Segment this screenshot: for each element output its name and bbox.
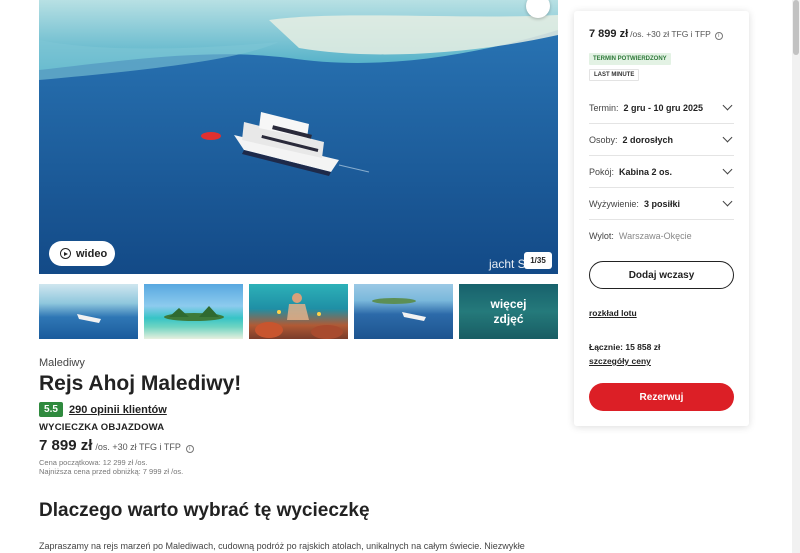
chevron-down-icon bbox=[722, 196, 733, 207]
panel-price-suffix: /os. +30 zł TFG i TFP bbox=[630, 29, 711, 39]
more-photos-label: więcej zdjęć bbox=[459, 284, 558, 339]
description-text: Zapraszamy na rejs marzeń po Malediwach,… bbox=[39, 541, 525, 551]
field-value: 2 gru - 10 gru 2025 bbox=[623, 102, 704, 113]
chevron-down-icon bbox=[722, 100, 733, 111]
video-label: wideo bbox=[76, 247, 108, 260]
reserve-button[interactable]: Rezerwuj bbox=[589, 383, 734, 411]
thumbnail-yacht-image bbox=[77, 314, 101, 323]
page-title: Rejs Ahoj Malediwy! bbox=[39, 372, 242, 395]
field-label: Wylot: bbox=[589, 231, 614, 241]
initial-price-note: Cena początkowa: 12 299 zł /os. bbox=[39, 458, 148, 467]
board-select[interactable]: Wyżywienie: 3 posiłki bbox=[589, 188, 734, 220]
play-icon bbox=[60, 248, 71, 259]
thumbnail-1[interactable] bbox=[39, 284, 138, 339]
field-value: 2 dorosłych bbox=[622, 134, 674, 145]
photo-counter: 1/35 bbox=[524, 252, 552, 269]
field-label: Pokój: bbox=[589, 166, 615, 177]
persons-select[interactable]: Osoby: 2 dorosłych bbox=[589, 124, 734, 156]
video-button[interactable]: wideo bbox=[49, 241, 115, 266]
thumbnail-more[interactable]: więcej zdjęć bbox=[459, 284, 558, 339]
price-value: 7 899 zł bbox=[39, 437, 93, 454]
panel-price-value: 7 899 zł bbox=[589, 28, 629, 40]
info-icon[interactable]: i bbox=[185, 445, 194, 453]
total-price: Łącznie: 15 858 zł bbox=[589, 342, 661, 352]
thumbnail-2[interactable] bbox=[144, 284, 243, 339]
price-details-link[interactable]: szczegóły ceny bbox=[589, 356, 651, 366]
confirmed-date-badge: TERMIN POTWIERDZONY bbox=[589, 53, 671, 65]
field-value: 3 posiłki bbox=[643, 198, 680, 209]
favorite-button[interactable] bbox=[526, 0, 550, 18]
thumbnail-strip: więcej zdjęć bbox=[39, 284, 558, 339]
add-trip-button[interactable]: Dodaj wczasy bbox=[589, 261, 734, 289]
chevron-down-icon bbox=[722, 164, 733, 175]
rating-row: 5.5 290 opinii klientów bbox=[39, 402, 167, 417]
date-select[interactable]: Termin: 2 gru - 10 gru 2025 bbox=[589, 92, 734, 124]
field-label: Termin: bbox=[589, 102, 619, 113]
reviews-link[interactable]: 290 opinii klientów bbox=[69, 404, 167, 416]
room-select[interactable]: Pokój: Kabina 2 os. bbox=[589, 156, 734, 188]
heart-icon bbox=[526, 0, 558, 268]
info-icon[interactable]: i bbox=[714, 32, 723, 40]
section-title: Dlaczego warto wybrać tę wycieczkę bbox=[39, 500, 370, 521]
booking-panel: 7 899 zł /os. +30 zł TFG i TFP i TERMIN … bbox=[574, 11, 749, 426]
field-value: Kabina 2 os. bbox=[619, 166, 673, 177]
thumbnail-island-image bbox=[164, 306, 224, 321]
last-minute-badge: LAST MINUTE bbox=[589, 69, 640, 81]
field-label: Osoby: bbox=[589, 134, 618, 145]
chevron-down-icon bbox=[722, 132, 733, 143]
price-row: 7 899 zł /os. +30 zł TFG i TFP i bbox=[39, 437, 194, 454]
panel-price: 7 899 zł /os. +30 zł TFG i TFP i bbox=[589, 28, 723, 40]
destination-country: Malediwy bbox=[39, 357, 85, 369]
yacht-photo bbox=[39, 0, 558, 274]
thumbnail-4[interactable] bbox=[354, 284, 453, 339]
page-scrollbar[interactable] bbox=[792, 0, 800, 553]
rating-score-badge: 5.5 bbox=[39, 402, 63, 417]
thumbnail-reef-image bbox=[255, 293, 343, 339]
lowest-price-note: Najniższa cena przed obniżką: 7 999 zł /… bbox=[39, 467, 184, 476]
scrollbar-thumb[interactable] bbox=[793, 0, 799, 55]
price-suffix: /os. +30 zł TFG i TFP bbox=[95, 442, 181, 452]
field-value: Warszawa-Okęcie bbox=[618, 231, 692, 241]
photo-watermark: jacht S bbox=[489, 257, 526, 271]
hero-photo[interactable]: wideo jacht S 1/35 bbox=[39, 0, 558, 274]
trip-type-label: WYCIECZKA OBJAZDOWA bbox=[39, 422, 165, 433]
departure-field: Wylot: Warszawa-Okęcie bbox=[589, 220, 734, 252]
thumbnail-3[interactable] bbox=[249, 284, 348, 339]
flight-schedule-link[interactable]: rozkład lotu bbox=[589, 308, 637, 318]
thumbnail-yacht-island-image bbox=[372, 298, 426, 321]
field-label: Wyżywienie: bbox=[589, 198, 639, 209]
